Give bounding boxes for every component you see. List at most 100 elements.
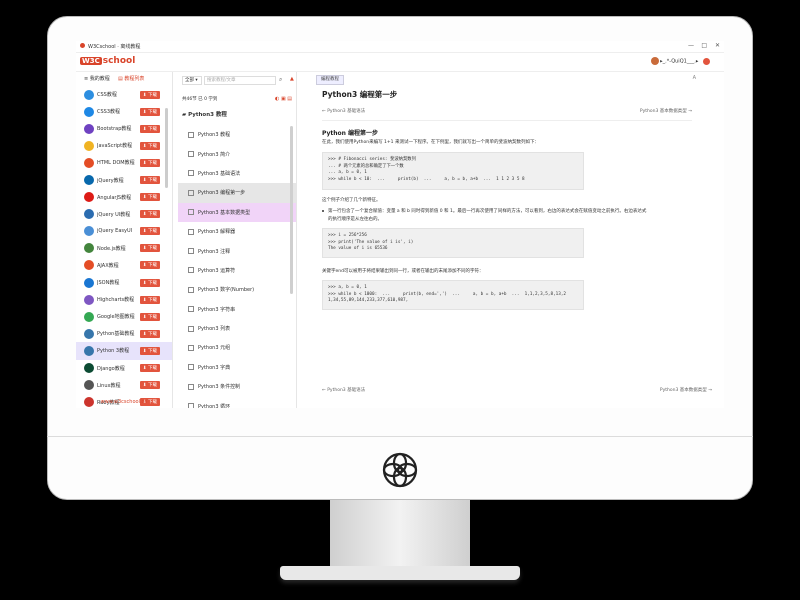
tutorial-icon [84, 192, 94, 203]
next-link[interactable]: Python3 基本数据类型 → [640, 108, 692, 114]
chapter-item[interactable]: Python3 解释器 [178, 222, 296, 241]
download-button[interactable]: ⬇ 下载 [139, 261, 160, 270]
download-button[interactable]: ⬇ 下载 [139, 329, 160, 338]
search-input[interactable]: 搜索教程/文章 [204, 76, 276, 85]
section-heading: Python 编程第一步 [322, 130, 379, 137]
sidebar-item[interactable]: HTML DOM教程 ⬇ 下载 [76, 154, 172, 171]
download-button[interactable]: ⬇ 下载 [139, 124, 160, 133]
site-link[interactable]: www.w3cschool.cn [76, 399, 172, 408]
sidebar-item-label: Node.js教程 [97, 245, 126, 252]
sidebar-item[interactable]: Python基础教程 ⬇ 下载 [76, 325, 172, 342]
download-button[interactable]: ⬇ 下载 [139, 158, 160, 167]
sidebar-item[interactable]: Django教程 ⬇ 下载 [76, 360, 172, 377]
sidebar-item[interactable]: AJAX教程 ⬇ 下载 [76, 257, 172, 274]
checkbox-icon[interactable] [188, 131, 194, 138]
sidebar-item-label: JSON教程 [97, 280, 120, 287]
shield-icon[interactable] [703, 57, 710, 65]
sidebar-item[interactable]: JSON教程 ⬇ 下载 [76, 274, 172, 291]
download-button[interactable]: ⬇ 下载 [139, 244, 160, 253]
download-button[interactable]: ⬇ 下载 [139, 210, 160, 219]
tutorial-icon [84, 260, 94, 271]
chapter-item[interactable]: Python3 条件控制 [178, 377, 296, 396]
checkbox-icon[interactable] [188, 403, 194, 408]
search-icon[interactable]: ⌕ [279, 76, 282, 84]
maximize-button[interactable]: □ [701, 42, 707, 49]
next-link-bottom[interactable]: Python3 基本数据类型 → [660, 387, 712, 393]
minimize-button[interactable]: — [688, 42, 694, 49]
download-button[interactable]: ⬇ 下载 [139, 312, 160, 321]
sidebar-item[interactable]: Node.js教程 ⬇ 下载 [76, 240, 172, 257]
download-button[interactable]: ⬇ 下载 [139, 278, 160, 287]
tutorial-icon [84, 140, 94, 151]
tab-article[interactable]: 编程教程 [316, 75, 344, 85]
prev-link[interactable]: ← Python3 基础语法 [322, 109, 365, 114]
checkbox-icon[interactable] [188, 364, 194, 371]
close-button[interactable]: ✕ [715, 42, 720, 49]
download-button[interactable]: ⬇ 下载 [139, 346, 160, 355]
download-button[interactable]: ⬇ 下载 [139, 90, 160, 99]
download-button[interactable]: ⬇ 下载 [139, 141, 160, 150]
tab-my-tutorials[interactable]: ≡ 我的教程 [84, 75, 110, 82]
checkbox-icon[interactable] [188, 306, 194, 313]
chapter-item[interactable]: Python3 数字(Number) [178, 280, 296, 299]
brand-logo[interactable]: W3C school [80, 56, 135, 68]
chapter-item[interactable]: Python3 编程第一步 [178, 183, 296, 203]
user-menu[interactable]: ▸_.*-QuiQ1___.▸ [650, 57, 710, 65]
sidebar-item[interactable]: jQuery EasyUI ⬇ 下载 [76, 223, 172, 240]
chapter-item[interactable]: Python3 教程 [178, 125, 296, 144]
checkbox-icon[interactable] [188, 248, 194, 255]
collapse-icon[interactable]: ▲ [290, 76, 294, 82]
download-button[interactable]: ⬇ 下载 [139, 295, 160, 304]
chapter-item[interactable]: Python3 字典 [178, 358, 296, 377]
chapter-item[interactable]: Python3 循环 [178, 396, 296, 408]
chapter-item[interactable]: Python3 元组 [178, 338, 296, 357]
checkbox-icon[interactable] [188, 383, 194, 390]
checkbox-icon[interactable] [188, 325, 194, 332]
download-button[interactable]: ⬇ 下载 [139, 227, 160, 236]
checkbox-icon[interactable] [188, 189, 194, 196]
prev-link-bottom[interactable]: ← Python3 基础语法 [322, 388, 365, 393]
sidebar-scrollbar[interactable] [165, 108, 168, 188]
sidebar-item[interactable]: Python 3教程 ⬇ 下载 [76, 342, 172, 360]
sidebar-item[interactable]: Linux教程 ⬇ 下载 [76, 377, 172, 394]
tab-tutorial-list[interactable]: ▤ 教程列表 [118, 75, 144, 82]
checkbox-icon[interactable] [188, 267, 194, 274]
tutorial-icon [84, 209, 94, 220]
code-block-1: >>> # Fibonacci series: 斐波纳契数列 ... # 两个元… [322, 152, 584, 190]
chapter-item[interactable]: Python3 字符串 [178, 300, 296, 319]
checkbox-icon[interactable] [188, 228, 194, 235]
font-size-icon[interactable]: A [693, 75, 696, 81]
sidebar-item[interactable]: Google地图教程 ⬇ 下载 [76, 308, 172, 325]
checkbox-icon[interactable] [188, 209, 194, 216]
checkbox-icon[interactable] [188, 286, 194, 293]
chapter-tools-icon[interactable]: ◐ ▣ ▤ [275, 96, 292, 102]
sidebar-item[interactable]: jQuery教程 ⬇ 下载 [76, 171, 172, 188]
download-button[interactable]: ⬇ 下载 [139, 193, 160, 202]
checkbox-icon[interactable] [188, 151, 194, 158]
sidebar-item[interactable]: JavaScript教程 ⬇ 下载 [76, 137, 172, 154]
chapter-item[interactable]: Python3 简介 [178, 144, 296, 163]
checkbox-icon[interactable] [188, 344, 194, 351]
sidebar-item[interactable]: AngularJS教程 ⬇ 下载 [76, 189, 172, 206]
sidebar-item[interactable]: CSS3教程 ⬇ 下载 [76, 103, 172, 120]
search-scope-value: 全部 [185, 78, 194, 83]
sidebar-tabs: ≡ 我的教程 ▤ 教程列表 [76, 72, 172, 84]
chapter-item[interactable]: Python3 运算符 [178, 261, 296, 280]
download-button[interactable]: ⬇ 下载 [139, 364, 160, 373]
chapter-item[interactable]: Python3 基础语法 [178, 164, 296, 183]
download-button[interactable]: ⬇ 下载 [139, 107, 160, 116]
chapter-item[interactable]: Python3 列表 [178, 319, 296, 338]
search-scope-select[interactable]: 全部 ▾ [182, 76, 202, 85]
sidebar-item[interactable]: CSS教程 ⬇ 下载 [76, 86, 172, 103]
sidebar-item[interactable]: jQuery UI教程 ⬇ 下载 [76, 206, 172, 223]
monitor-stand-base [280, 566, 520, 580]
checkbox-icon[interactable] [188, 170, 194, 177]
chapter-item[interactable]: Python3 基本数据类型 [178, 202, 296, 222]
sidebar-item[interactable]: Bootstrap教程 ⬇ 下载 [76, 120, 172, 137]
chapter-item[interactable]: Python3 注释 [178, 241, 296, 260]
download-button[interactable]: ⬇ 下载 [139, 381, 160, 390]
download-button[interactable]: ⬇ 下载 [139, 176, 160, 185]
sidebar-item[interactable]: Highcharts教程 ⬇ 下载 [76, 291, 172, 308]
tutorial-list: CSS教程 ⬇ 下载 CSS3教程 ⬇ 下载 Bootstrap教程 ⬇ 下载 JavaSc… [76, 86, 172, 408]
chapter-scrollbar[interactable] [290, 126, 293, 294]
